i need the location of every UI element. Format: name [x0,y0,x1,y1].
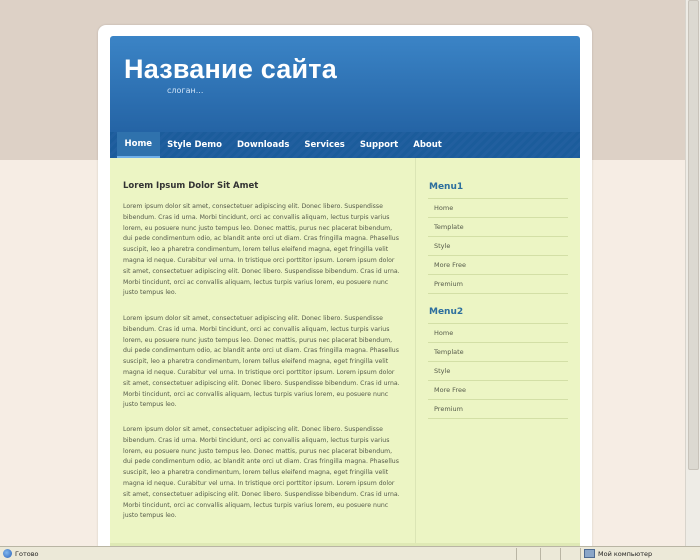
main-nav: Home Style Demo Downloads Services Suppo… [110,132,580,158]
paragraph: Lorem ipsum dolor sit amet, consectetuer… [123,203,400,297]
site-slogan: слоган... [167,86,204,95]
nav-item-home[interactable]: Home [117,132,160,158]
paragraph: Lorem ipsum dolor sit amet, consectetuer… [123,426,400,520]
site-header: Название сайта слоган... Home Style Demo… [110,36,580,158]
menu1-item-template[interactable]: Template [428,218,568,237]
scrollbar-thumb[interactable] [688,0,699,470]
browser-status-bar: Готово Мой компьютер [0,546,700,560]
menu1-list: Home Template Style More Free Premium [428,198,568,294]
status-divider [516,548,517,560]
page-icon [3,549,12,558]
status-left: Готово [3,549,39,558]
nav-item-services[interactable]: Services [297,132,352,158]
sidebar: Menu1 Home Template Style More Free Prem… [428,158,568,555]
menu2-item-home[interactable]: Home [428,324,568,343]
menu1-item-home[interactable]: Home [428,199,568,218]
vertical-scrollbar[interactable] [685,0,700,546]
status-divider [560,548,561,560]
menu2-title: Menu2 [429,307,464,317]
menu1-item-more-free[interactable]: More Free [428,256,568,275]
status-text: Готово [15,549,39,558]
zone-text: Мой компьютер [598,549,653,558]
menu2-item-more-free[interactable]: More Free [428,381,568,400]
nav-item-downloads[interactable]: Downloads [229,132,296,158]
status-divider [540,548,541,560]
menu1-item-premium[interactable]: Premium [428,275,568,294]
post-title: Lorem Ipsum Dolor Sit Amet [123,181,259,191]
status-divider [580,548,581,560]
main-column: Lorem Ipsum Dolor Sit Amet Lorem ipsum d… [110,158,416,555]
site-title[interactable]: Название сайта [124,54,337,85]
menu2-item-template[interactable]: Template [428,343,568,362]
content-area: Lorem Ipsum Dolor Sit Amet Lorem ipsum d… [110,158,580,555]
nav-item-about[interactable]: About [406,132,450,158]
menu1-title: Menu1 [429,182,464,192]
menu2-item-style[interactable]: Style [428,362,568,381]
menu1-item-style[interactable]: Style [428,237,568,256]
paragraph: Lorem ipsum dolor sit amet, consectetuer… [123,315,400,409]
page-container: Название сайта слоган... Home Style Demo… [98,25,592,555]
menu2-list: Home Template Style More Free Premium [428,323,568,419]
status-zone: Мой компьютер [584,549,652,558]
computer-icon [584,549,595,558]
nav-item-style-demo[interactable]: Style Demo [160,132,230,158]
menu2-item-premium[interactable]: Premium [428,400,568,419]
nav-item-support[interactable]: Support [352,132,405,158]
